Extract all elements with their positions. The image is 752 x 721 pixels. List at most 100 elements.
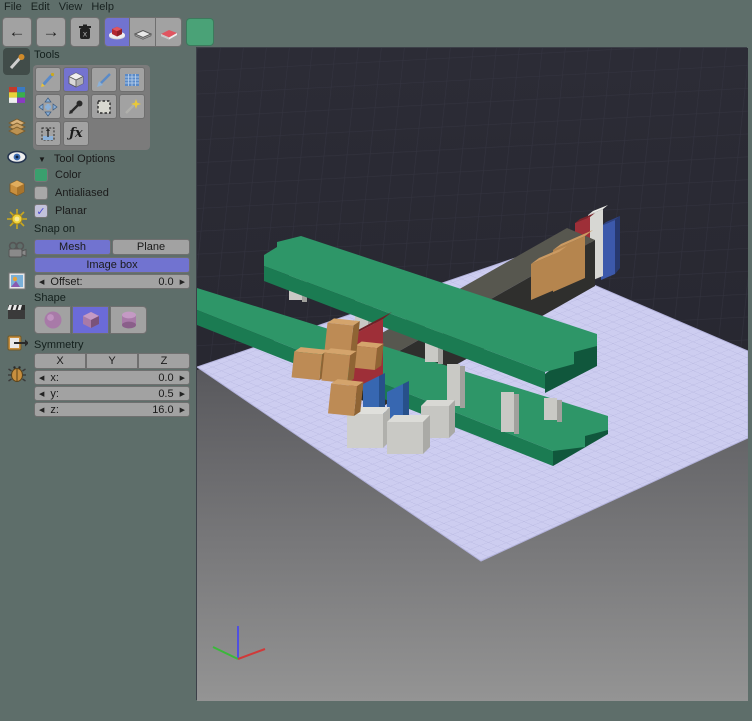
bug-icon — [7, 364, 27, 384]
spinner-right-icon[interactable]: ▶ — [180, 406, 185, 414]
tab-debug[interactable] — [3, 360, 30, 387]
tool-procedural[interactable]: ƒx — [63, 121, 89, 146]
tab-image[interactable] — [3, 267, 30, 294]
redo-button[interactable]: → — [36, 17, 66, 47]
spinner-left-icon[interactable]: ◀ — [39, 278, 44, 286]
tool-pick-color[interactable] — [63, 94, 89, 119]
tool-brush[interactable] — [35, 67, 61, 92]
tool-icon — [7, 52, 27, 72]
menu-help[interactable]: Help — [91, 1, 114, 15]
planar-row: ✓ Planar — [34, 204, 87, 218]
symmetry-title: Symmetry — [34, 339, 84, 351]
tool-move[interactable] — [35, 94, 61, 119]
clapperboard-icon — [6, 302, 28, 322]
spinner-left-icon[interactable]: ◀ — [39, 406, 44, 414]
tool-options-title: Tool Options — [54, 153, 115, 165]
mode-flatten-button[interactable] — [130, 17, 156, 47]
tab-tools[interactable] — [3, 48, 30, 75]
tool-laser[interactable] — [91, 67, 117, 92]
sun-icon — [6, 208, 28, 230]
symmetry-z-button[interactable]: Z — [138, 353, 190, 369]
eye-icon — [6, 147, 28, 167]
paint-mode-group — [104, 17, 182, 47]
spinner-right-icon[interactable]: ▶ — [180, 390, 185, 398]
symmetry-z-row-label: z: — [50, 404, 59, 416]
tool-shape[interactable] — [63, 67, 89, 92]
color-option-row: Color — [34, 168, 81, 182]
tool-options-header[interactable]: ▼ Tool Options — [38, 153, 115, 165]
magic-wand-icon — [123, 98, 141, 116]
tab-palette[interactable] — [3, 81, 30, 108]
flatten-icon — [133, 23, 153, 41]
snap-mesh-button[interactable]: Mesh — [34, 239, 111, 255]
shape-cube-button[interactable] — [72, 306, 109, 334]
symmetry-z-spinner[interactable]: ◀ z: 16.0 ▶ — [34, 402, 190, 417]
symmetry-x-button[interactable]: X — [34, 353, 86, 369]
voxel-scene — [197, 48, 748, 701]
tool-plane[interactable] — [119, 67, 145, 92]
spinner-left-icon[interactable]: ◀ — [39, 374, 44, 382]
fx-icon: ƒx — [69, 126, 82, 141]
spinner-right-icon[interactable]: ▶ — [180, 374, 185, 382]
symmetry-y-value: 0.5 — [158, 388, 173, 400]
antialiased-row: Antialiased — [34, 186, 109, 200]
move-icon — [38, 97, 58, 117]
tool-extrude[interactable] — [35, 121, 61, 146]
tab-material[interactable] — [3, 174, 30, 201]
spinner-right-icon[interactable]: ▶ — [180, 278, 185, 286]
eyedropper-icon — [67, 98, 85, 116]
image-icon — [7, 271, 27, 291]
menu-bar: File Edit View Help — [0, 0, 752, 15]
layers-icon — [6, 116, 28, 136]
antialiased-label: Antialiased — [55, 187, 109, 199]
antialiased-checkbox[interactable] — [34, 186, 48, 200]
current-color-swatch[interactable] — [186, 18, 214, 46]
tab-render[interactable] — [3, 298, 30, 325]
sphere-icon — [42, 309, 64, 331]
tab-camera[interactable] — [3, 236, 30, 263]
tab-layers[interactable] — [3, 112, 30, 139]
3d-viewport[interactable] — [196, 47, 747, 700]
menu-file[interactable]: File — [4, 1, 22, 15]
symmetry-y-row-label: y: — [50, 388, 59, 400]
symmetry-z-label: Z — [161, 355, 168, 367]
selection-icon — [95, 98, 113, 116]
menu-view[interactable]: View — [59, 1, 83, 15]
menu-edit[interactable]: Edit — [31, 1, 50, 15]
offset-spinner[interactable]: ◀ Offset: 0.0 ▶ — [34, 274, 190, 289]
spinner-left-icon[interactable]: ◀ — [39, 390, 44, 398]
planar-checkbox[interactable]: ✓ — [34, 204, 48, 218]
color-swatch[interactable] — [34, 168, 48, 182]
export-icon — [6, 333, 28, 353]
symmetry-x-label: X — [56, 355, 63, 367]
trash-icon: x — [76, 23, 94, 41]
left-arrow-icon: ← — [9, 22, 26, 42]
tab-view[interactable] — [3, 143, 30, 170]
snap-imagebox-button[interactable]: Image box — [34, 257, 190, 273]
delete-button[interactable]: x — [70, 17, 100, 47]
snap-plane-label: Plane — [137, 241, 165, 253]
symmetry-y-spinner[interactable]: ◀ y: 0.5 ▶ — [34, 386, 190, 401]
symmetry-x-row-label: x: — [50, 372, 59, 384]
shape-title: Shape — [34, 292, 66, 304]
symmetry-y-button[interactable]: Y — [86, 353, 138, 369]
tool-selection[interactable] — [91, 94, 117, 119]
undo-button[interactable]: ← — [2, 17, 32, 47]
symmetry-x-spinner[interactable]: ◀ x: 0.0 ▶ — [34, 370, 190, 385]
cube-icon — [66, 70, 86, 90]
snap-plane-button[interactable]: Plane — [112, 239, 190, 255]
toolbar: ← → x — [2, 16, 214, 47]
shape-cylinder-button[interactable] — [110, 306, 147, 334]
shape-sphere-button[interactable] — [34, 306, 71, 334]
add-voxel-icon — [107, 23, 127, 41]
cube-shape-icon — [79, 308, 103, 332]
tool-fuzzy-select[interactable] — [119, 94, 145, 119]
mode-add-button[interactable] — [104, 17, 130, 47]
tab-light[interactable] — [3, 205, 30, 232]
tab-export[interactable] — [3, 329, 30, 356]
extrude-icon — [39, 125, 57, 143]
symmetry-y-label: Y — [108, 355, 115, 367]
symmetry-z-value: 16.0 — [152, 404, 173, 416]
palette-icon — [7, 85, 27, 105]
mode-erase-button[interactable] — [156, 17, 182, 47]
